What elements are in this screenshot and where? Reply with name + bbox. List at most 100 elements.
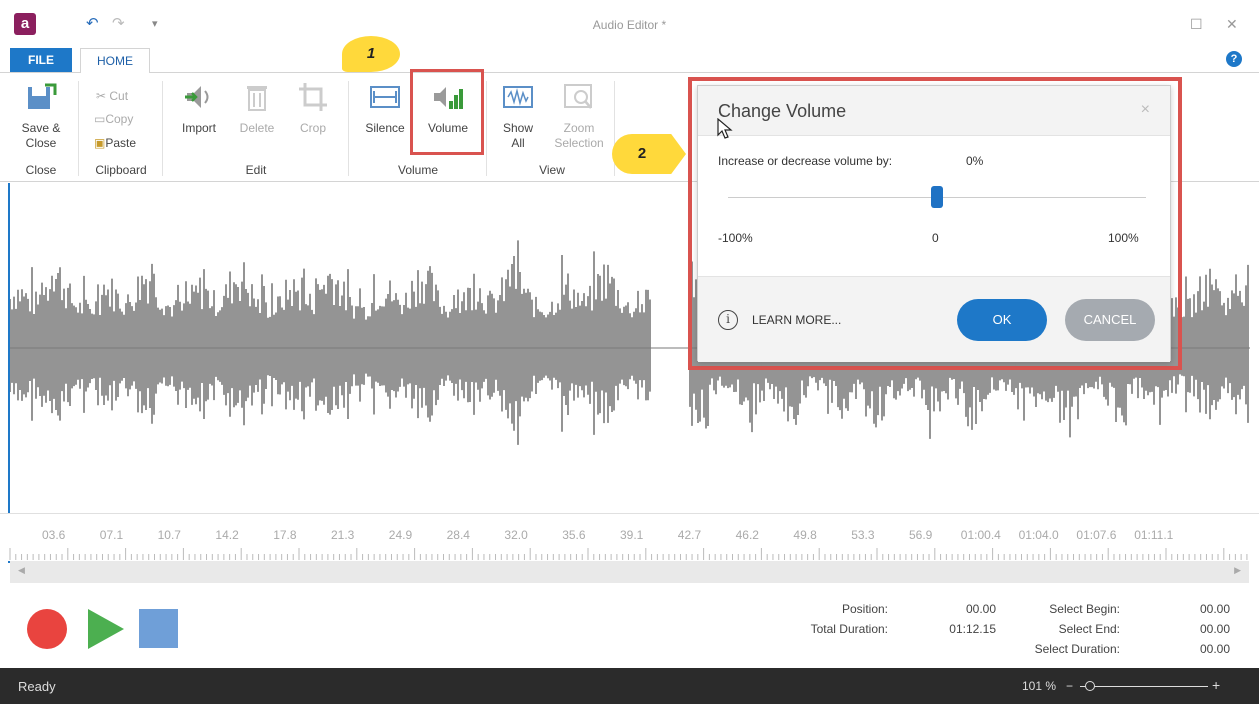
zoom-level: 101 %: [1022, 679, 1057, 693]
cancel-button[interactable]: CANCEL: [1065, 299, 1155, 341]
window-title: Audio Editor *: [592, 18, 667, 32]
group-divider: [486, 81, 487, 176]
slider-mid-label: 0: [932, 231, 939, 245]
select-end-label: Select End:: [1058, 622, 1120, 636]
zoom-selection-button[interactable]: Zoom Selection: [548, 81, 610, 151]
tab-file[interactable]: FILE: [10, 48, 72, 72]
stop-button[interactable]: [139, 609, 178, 648]
ruler-tick-label: 03.6: [42, 528, 66, 542]
slider-min-label: -100%: [718, 231, 753, 245]
delete-label: Delete: [239, 121, 275, 135]
dialog-header: Change Volume ×: [698, 86, 1170, 136]
ruler-tick-label: 32.0: [504, 528, 528, 542]
select-begin-label: Select Begin:: [1049, 602, 1120, 616]
ruler-tick-label: 56.9: [909, 528, 933, 542]
show-all-button[interactable]: Show All: [496, 81, 540, 151]
save-close-button[interactable]: Save & Close: [16, 81, 66, 151]
group-label-volume: Volume: [397, 163, 439, 177]
group-label-edit: Edit: [245, 163, 267, 177]
zoom-selection-label: Zoom Selection: [554, 121, 604, 150]
paste-label: Paste: [105, 136, 137, 150]
play-button[interactable]: [88, 609, 124, 649]
total-duration-label: Total Duration:: [810, 622, 888, 636]
tab-home[interactable]: HOME: [80, 48, 150, 73]
ruler-tick-label: 10.7: [157, 528, 181, 542]
save-close-icon: [28, 83, 57, 109]
import-button[interactable]: Import: [176, 81, 222, 136]
zoom-slider-thumb[interactable]: [1085, 681, 1095, 691]
silence-icon: [370, 86, 400, 108]
ruler-tick-label: 35.6: [562, 528, 586, 542]
title-bar: a ↶ ↷ ▾ Audio Editor * ☐ ✕: [0, 0, 1259, 48]
trash-icon: [247, 86, 267, 111]
ruler-tick-label: 01:00.4: [960, 528, 1001, 542]
zoom-in-button[interactable]: +: [1212, 677, 1220, 693]
ruler-tick-label: 39.1: [620, 528, 644, 542]
select-duration-value: 00.00: [1199, 642, 1230, 656]
transport-panel: Position: 00.00 Total Duration: 01:12.15…: [0, 584, 1259, 668]
ruler-tick-label: 01:04.0: [1018, 528, 1059, 542]
ruler-tick-label: 24.9: [388, 528, 413, 542]
ruler-tick-label: 01:07.6: [1076, 528, 1117, 542]
zoom-slider-track[interactable]: [1080, 686, 1208, 687]
help-icon[interactable]: ?: [1226, 51, 1242, 67]
scroll-right-icon[interactable]: ▶: [1234, 565, 1241, 576]
ruler-tick-label: 53.3: [851, 528, 875, 542]
maximize-icon[interactable]: ☐: [1190, 16, 1203, 33]
crop-icon: [299, 83, 327, 111]
change-volume-dialog: Change Volume × Increase or decrease vol…: [697, 85, 1171, 362]
playhead-line[interactable]: [8, 183, 10, 563]
record-button[interactable]: [27, 609, 67, 649]
learn-more-link[interactable]: LEARN MORE...: [752, 313, 841, 327]
ruler-tick-label: 01:11.1: [1134, 528, 1174, 542]
callout-1: 1: [342, 36, 400, 72]
timeline-ruler[interactable]: 03.6 07.1 10.7 14.2 17.8 21.3 24.9 28.4 32.0 35.6…: [0, 513, 1259, 561]
select-duration-label: Select Duration:: [1034, 642, 1120, 656]
callout-2: 2: [612, 134, 686, 174]
info-icon[interactable]: i: [718, 310, 738, 330]
group-divider: [348, 81, 349, 176]
copy-label: Copy: [105, 112, 134, 126]
dialog-close-icon[interactable]: ×: [1141, 101, 1150, 119]
crop-button[interactable]: Crop: [290, 81, 336, 136]
group-label-close: Close: [25, 163, 57, 177]
ok-button[interactable]: OK: [957, 299, 1047, 341]
paste-button[interactable]: ▣Paste: [94, 136, 136, 150]
paste-icon: ▣: [94, 136, 106, 150]
total-duration-value: 01:12.15: [949, 622, 996, 636]
dialog-footer: i LEARN MORE... OK CANCEL: [698, 276, 1170, 362]
dialog-title: Change Volume: [718, 101, 847, 121]
ruler-tick-label: 42.7: [677, 528, 702, 542]
show-all-label: Show All: [502, 121, 534, 150]
position-value: 00.00: [965, 602, 996, 616]
group-label-view: View: [539, 163, 565, 177]
mouse-pointer-icon: [717, 118, 733, 139]
delete-button[interactable]: Delete: [234, 81, 280, 136]
close-window-icon[interactable]: ✕: [1226, 16, 1238, 33]
crop-label: Crop: [299, 121, 326, 135]
group-divider: [78, 81, 79, 176]
volume-slider-thumb[interactable]: [931, 186, 943, 208]
status-bar: Ready 101 % − +: [0, 668, 1259, 704]
group-divider: [162, 81, 163, 176]
ruler-tick-label: 49.8: [793, 528, 817, 542]
volume-value: 0%: [966, 154, 984, 168]
import-label: Import: [181, 121, 216, 135]
show-all-icon: [503, 86, 533, 108]
horizontal-scrollbar[interactable]: ◀ ▶: [10, 561, 1249, 583]
position-label: Position:: [841, 602, 888, 616]
ruler-tick-label: 46.2: [735, 528, 759, 542]
slider-max-label: 100%: [1108, 231, 1139, 245]
cut-button[interactable]: ✂ Cut: [96, 89, 128, 103]
silence-button[interactable]: Silence: [362, 81, 408, 136]
cut-label: Cut: [109, 89, 129, 103]
copy-button[interactable]: ▭Copy: [94, 112, 133, 126]
ruler-tick-label: 21.3: [331, 528, 355, 542]
ruler-tick-label: 14.2: [215, 528, 239, 542]
zoom-out-button[interactable]: −: [1066, 679, 1073, 693]
ruler-tick-label: 17.8: [273, 528, 297, 542]
scroll-left-icon[interactable]: ◀: [18, 565, 25, 576]
select-begin-value: 00.00: [1199, 602, 1230, 616]
ruler-tick-label: 28.4: [446, 528, 470, 542]
zoom-selection-icon: [564, 84, 592, 109]
